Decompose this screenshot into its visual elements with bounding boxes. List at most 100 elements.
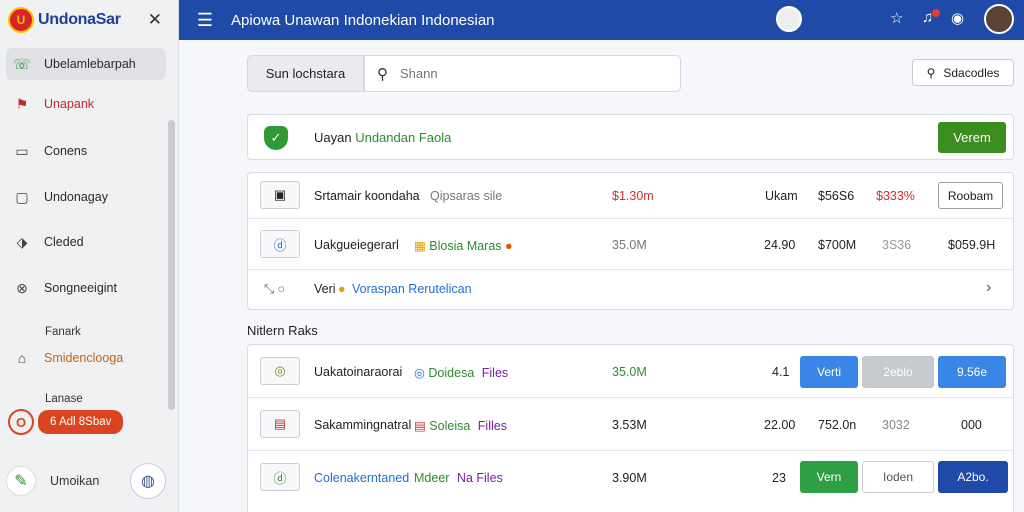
row-tag-label: Blosia Maras [429, 239, 502, 253]
row-label: Ukam [765, 189, 798, 203]
section-title: Nitlern Raks [247, 323, 318, 338]
row-value-2: 752.0n [818, 418, 857, 432]
row-value-1: 4.1 [772, 365, 790, 379]
row-value-1: $56S6 [818, 189, 855, 203]
row-tag: Mdeer Na Files [414, 471, 503, 485]
row-action-button[interactable]: Roobam [938, 182, 1003, 209]
star-icon[interactable]: ☆ [890, 9, 903, 27]
circle-icon: ◎ [260, 357, 300, 385]
table-row[interactable]: ⓓ Uakgueiegerarl ▦ Blosia Maras ● 35.0M … [248, 219, 1013, 270]
sidebar-item-label: Cleded [44, 235, 84, 249]
row-value-1: 22.00 [764, 418, 796, 432]
table-row[interactable]: ⓓ Colenakerntaned Mdeer Na Files 3.90M 2… [248, 451, 1013, 504]
row-tag: ◎ Doidesa Files [414, 365, 508, 380]
row-value-1: 23 [772, 471, 786, 485]
row-amount: 35.0M [612, 365, 647, 379]
row-tag-secondary: Files [481, 366, 509, 380]
row-value-4: $059.9H [948, 238, 996, 252]
settings-icon[interactable]: ◉ [951, 9, 964, 27]
sidebar-item-4[interactable]: ⬗ Cleded [6, 226, 166, 258]
sidebar-item-label: Conens [44, 144, 88, 158]
row-action-button-1[interactable]: Vern [800, 461, 858, 493]
table-row[interactable]: ▣ Srtamair koondaha Qipsaras sile $1.30m… [248, 173, 1013, 219]
shopping-bag-icon: ▢ [15, 188, 29, 205]
info-icon: ◎ [414, 366, 425, 380]
items-table: ◎ Uakatoinaraorai ◎ Doidesa Files 35.0M … [247, 344, 1014, 512]
search-box[interactable]: ⚲ [364, 55, 681, 92]
row-amount: 3.90M [612, 471, 647, 485]
tag-icon: ⬗ [16, 233, 28, 250]
sort-icon: ⤡ ○ [264, 282, 286, 296]
brand: U UndonaSar ✕ [0, 0, 178, 40]
row-action-button-2[interactable]: 2eblo [862, 356, 934, 388]
sidebar-item-5[interactable]: ⊗ Songneeigint [6, 272, 166, 304]
results-table: ▣ Srtamair koondaha Qipsaras sile $1.30m… [247, 172, 1014, 310]
page-title: Apiowa Unawan Indonekian Indonesian [231, 11, 495, 29]
network-icon: ⊗ [16, 279, 28, 296]
close-icon[interactable]: ✕ [148, 10, 162, 30]
sidebar-item-label: Undonagay [44, 190, 108, 204]
sidebar-section-label: Fanark [45, 326, 81, 338]
banner-text-highlight: Undandan Faola [355, 129, 452, 145]
sidebar: U UndonaSar ✕ ☏ Ubelamlebarpah ⚑ Unapank… [0, 0, 179, 512]
badge-circle-icon: O [8, 409, 34, 435]
search-scope-button[interactable]: Sun lochstara [247, 55, 364, 92]
footer-link[interactable]: Voraspan Rerutelican [352, 282, 472, 296]
search-input[interactable] [400, 66, 640, 81]
sidebar-item-1[interactable]: ⚑ Unapank [6, 88, 166, 120]
bullet-icon: ● [338, 282, 346, 296]
sidebar-item-0[interactable]: ☏ Ubelamlebarpah [6, 48, 166, 80]
sidebar-footer: ✎ Umoikan ◍ [6, 463, 166, 499]
globe-icon[interactable]: ◍ [130, 463, 166, 499]
avatar[interactable] [984, 4, 1014, 34]
sidebar-section-label-2: Lanase [45, 393, 83, 405]
table-footer-row[interactable]: ⤡ ○ Veri ● Voraspan Rerutelican › [248, 270, 1013, 310]
search-button-label: Sdacodles [943, 65, 1000, 80]
row-value-4: 000 [961, 418, 982, 432]
sidebar-badge[interactable]: O 6 Adl 8Sbav [8, 409, 124, 435]
row-value-2: $333% [876, 189, 915, 203]
search-button[interactable]: ⚲ Sdacodles [912, 59, 1014, 86]
top-bar: ☰ Apiowa Unawan Indonekian Indonesian ☆ … [179, 0, 1024, 40]
row-name: Uakgueiegerarl [314, 238, 399, 252]
row-action-button-1[interactable]: Verti [800, 356, 858, 388]
table-icon: ▤ [260, 410, 300, 438]
search-icon: ⚲ [926, 65, 936, 80]
home-icon: ⌂ [17, 350, 27, 366]
sidebar-item-label: Songneeigint [44, 281, 117, 295]
banner-action-button[interactable]: Verem [938, 122, 1006, 153]
row-tag: ▦ Blosia Maras ● [414, 238, 513, 253]
row-amount: $1.30m [612, 189, 654, 203]
sidebar-item-label: Smidenclooga [44, 351, 124, 365]
sidebar-item-home[interactable]: ⌂ Smidenclooga [6, 342, 166, 374]
phone-icon: ☏ [13, 55, 31, 72]
footer-prefix: Veri [314, 282, 336, 296]
notification-dot [932, 9, 940, 17]
row-value-2: $700M [818, 238, 857, 252]
row-action-button-3[interactable]: A2bo. [938, 461, 1008, 493]
row-action-button-2[interactable]: Ioden [862, 461, 934, 493]
badge-pill: 6 Adl 8Sbav [38, 410, 124, 434]
table-row[interactable]: ◎ Uakatoinaraorai ◎ Doidesa Files 35.0M … [248, 345, 1013, 398]
sidebar-item-3[interactable]: ▢ Undonagay [6, 181, 166, 213]
search-icon: ⚲ [377, 65, 388, 83]
row-value-3: 3S36 [882, 238, 912, 252]
user-avatar-small[interactable] [776, 6, 802, 32]
row-amount: 3.53M [612, 418, 647, 432]
row-action-button-3[interactable]: 9.56e [938, 356, 1006, 388]
row-name: Sakammingnatral [314, 418, 412, 432]
banner-text: Uayan Undandan Faola [314, 130, 451, 145]
row-amount: 35.0M [612, 238, 647, 252]
row-value-3: 3032 [882, 418, 910, 432]
chevron-right-icon[interactable]: › [986, 279, 991, 297]
row-name: Colenakerntaned [314, 471, 410, 485]
menu-icon[interactable]: ☰ [179, 10, 231, 31]
table-row[interactable]: ▤ Sakammingnatral ▤ Soleisa Filles 3.53M… [248, 398, 1013, 451]
sidebar-item-2[interactable]: ▭ Conens [6, 135, 166, 167]
row-tag-secondary: Na Files [456, 471, 503, 485]
pen-icon[interactable]: ✎ [6, 466, 36, 496]
row-tag: ▤ Soleisa Filles [414, 418, 507, 433]
app-name: UndonaSar [38, 11, 121, 28]
sidebar-scrollbar[interactable] [168, 120, 175, 410]
app-logo: U [8, 7, 34, 33]
